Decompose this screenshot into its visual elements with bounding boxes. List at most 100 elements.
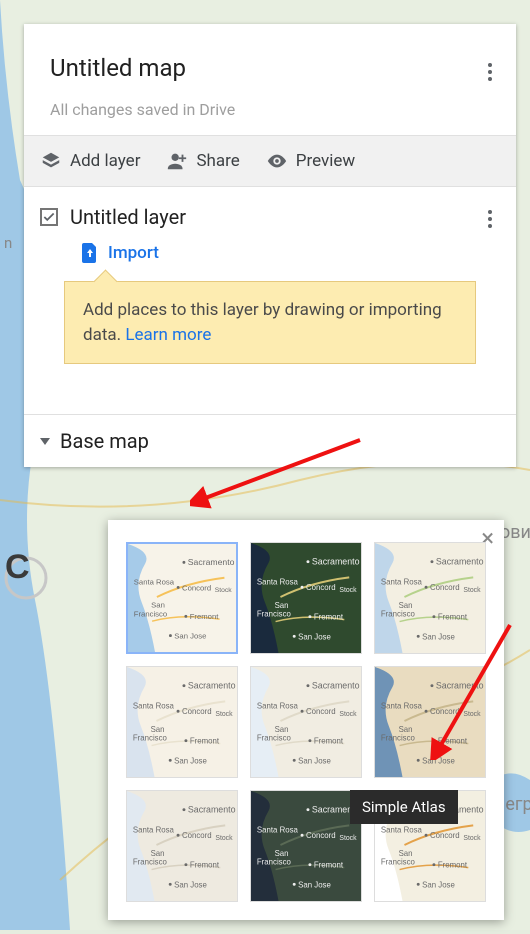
svg-text:n: n xyxy=(4,234,12,252)
add-layer-label: Add layer xyxy=(70,151,140,171)
preview-label: Preview xyxy=(296,151,355,171)
basemap-thumb-light-landmass[interactable]: Sacramento Santa Rosa Concord Stock San … xyxy=(126,790,238,902)
svg-text:Sacramento: Sacramento xyxy=(312,557,360,567)
svg-text:San Jose: San Jose xyxy=(174,632,206,641)
layer-visibility-checkbox[interactable] xyxy=(40,208,58,226)
basemap-thumbnails: Sacramento Santa Rosa Concord Stock San … xyxy=(126,542,486,902)
svg-text:San: San xyxy=(151,849,165,858)
svg-text:Sacramento: Sacramento xyxy=(188,805,236,815)
svg-text:Concord: Concord xyxy=(430,583,460,592)
svg-text:San: San xyxy=(275,601,289,610)
svg-text:Santa Rosa: Santa Rosa xyxy=(257,701,299,710)
basemap-thumb-satellite[interactable]: Sacramento Santa Rosa Concord Stock San … xyxy=(250,542,362,654)
basemap-thumb-mono-city[interactable]: Sacramento Santa Rosa Concord Stock San … xyxy=(250,666,362,778)
svg-text:San Jose: San Jose xyxy=(298,632,331,641)
person-add-icon xyxy=(166,150,188,172)
svg-text:Francisco: Francisco xyxy=(257,734,292,743)
svg-text:Sacramento: Sacramento xyxy=(188,681,236,691)
basemap-thumb-map[interactable]: Sacramento Santa Rosa Concord Stock San … xyxy=(126,542,238,654)
svg-text:Concord: Concord xyxy=(430,707,460,716)
save-status: All changes saved in Drive xyxy=(50,100,490,119)
svg-text:Francisco: Francisco xyxy=(381,610,416,619)
basemap-thumb-terrain[interactable]: Sacramento Santa Rosa Concord Stock San … xyxy=(374,542,486,654)
map-menu-button[interactable] xyxy=(478,60,502,84)
svg-text:Santa Rosa: Santa Rosa xyxy=(381,577,423,586)
svg-text:San Jose: San Jose xyxy=(422,880,455,889)
layer-name[interactable]: Untitled layer xyxy=(70,205,186,229)
svg-text:San Jose: San Jose xyxy=(422,632,455,641)
svg-text:Concord: Concord xyxy=(182,583,211,592)
map-title[interactable]: Untitled map xyxy=(50,54,490,82)
import-label: Import xyxy=(108,243,159,263)
svg-text:Fremont: Fremont xyxy=(438,613,468,622)
share-button[interactable]: Share xyxy=(166,150,239,172)
add-layer-button[interactable]: Add layer xyxy=(40,150,140,172)
svg-text:Fremont: Fremont xyxy=(314,613,344,622)
svg-text:Sacramento: Sacramento xyxy=(188,557,235,567)
svg-text:Concord: Concord xyxy=(430,831,460,840)
svg-text:San: San xyxy=(399,725,413,734)
svg-text:Fremont: Fremont xyxy=(190,612,220,621)
svg-text:Stock: Stock xyxy=(339,711,357,718)
svg-text:San Jose: San Jose xyxy=(298,756,331,765)
learn-more-link[interactable]: Learn more xyxy=(125,325,211,345)
svg-text:Francisco: Francisco xyxy=(134,609,167,618)
svg-text:Fremont: Fremont xyxy=(190,861,220,870)
layer-menu-button[interactable] xyxy=(478,207,502,231)
basemap-tooltip: Simple Atlas xyxy=(350,790,458,824)
layer-section: Untitled layer Import Add places to this… xyxy=(24,187,516,386)
svg-text:Stock: Stock xyxy=(463,835,481,842)
svg-text:Francisco: Francisco xyxy=(381,734,416,743)
svg-text:Santa Rosa: Santa Rosa xyxy=(381,825,423,834)
layers-icon xyxy=(40,150,62,172)
svg-text:Stock: Stock xyxy=(215,587,233,594)
svg-text:Concord: Concord xyxy=(306,831,336,840)
svg-text:Concord: Concord xyxy=(182,831,212,840)
basemap-section[interactable]: Base map xyxy=(24,414,516,467)
toolbar: Add layer Share Preview xyxy=(24,135,516,187)
caret-down-icon xyxy=(40,438,50,445)
svg-text:Francisco: Francisco xyxy=(381,858,416,867)
svg-text:San Jose: San Jose xyxy=(174,756,207,765)
svg-text:Stock: Stock xyxy=(215,835,233,842)
svg-text:Stock: Stock xyxy=(339,587,357,594)
svg-text:Stock: Stock xyxy=(215,711,233,718)
svg-text:Francisco: Francisco xyxy=(257,610,292,619)
svg-text:Santa Rosa: Santa Rosa xyxy=(257,577,299,586)
svg-text:San: San xyxy=(275,849,289,858)
basemap-label: Base map xyxy=(60,429,149,453)
eye-icon xyxy=(266,150,288,172)
svg-text:Sacramento: Sacramento xyxy=(436,681,484,691)
svg-text:San: San xyxy=(151,725,165,734)
share-label: Share xyxy=(196,151,239,171)
basemap-popover: × Sacramento Santa Rosa Concord Stock Sa… xyxy=(108,520,504,920)
svg-text:San: San xyxy=(275,725,289,734)
basemap-thumb-light-political[interactable]: Sacramento Santa Rosa Concord Stock San … xyxy=(126,666,238,778)
svg-text:San: San xyxy=(399,601,413,610)
import-button[interactable]: Import xyxy=(82,243,500,263)
svg-text:Fremont: Fremont xyxy=(438,861,468,870)
svg-text:Stock: Stock xyxy=(339,835,357,842)
svg-text:Santa Rosa: Santa Rosa xyxy=(257,825,299,834)
svg-text:C: C xyxy=(5,548,30,586)
svg-text:Sacramento: Sacramento xyxy=(436,557,484,567)
svg-text:ови: ови xyxy=(500,522,530,543)
svg-text:Santa Rosa: Santa Rosa xyxy=(133,825,175,834)
svg-text:Fremont: Fremont xyxy=(190,737,220,746)
basemap-thumb-dark-landmass[interactable]: Sacramento Santa Rosa Concord Stock San … xyxy=(250,790,362,902)
import-callout: Add places to this layer by drawing or i… xyxy=(64,281,476,364)
svg-text:Fremont: Fremont xyxy=(314,737,344,746)
svg-text:San: San xyxy=(151,601,165,610)
svg-text:San Jose: San Jose xyxy=(174,880,207,889)
svg-text:Francisco: Francisco xyxy=(257,858,292,867)
preview-button[interactable]: Preview xyxy=(266,150,355,172)
svg-text:Francisco: Francisco xyxy=(133,858,168,867)
svg-text:Santa Rosa: Santa Rosa xyxy=(134,578,175,587)
import-file-icon xyxy=(82,243,98,263)
svg-text:Concord: Concord xyxy=(306,707,336,716)
svg-text:Santa Rosa: Santa Rosa xyxy=(381,701,423,710)
svg-text:Francisco: Francisco xyxy=(133,734,168,743)
basemap-thumb-simple-atlas[interactable]: Sacramento Santa Rosa Concord Stock San … xyxy=(374,666,486,778)
svg-text:Fremont: Fremont xyxy=(314,861,344,870)
svg-text:San Jose: San Jose xyxy=(298,880,331,889)
